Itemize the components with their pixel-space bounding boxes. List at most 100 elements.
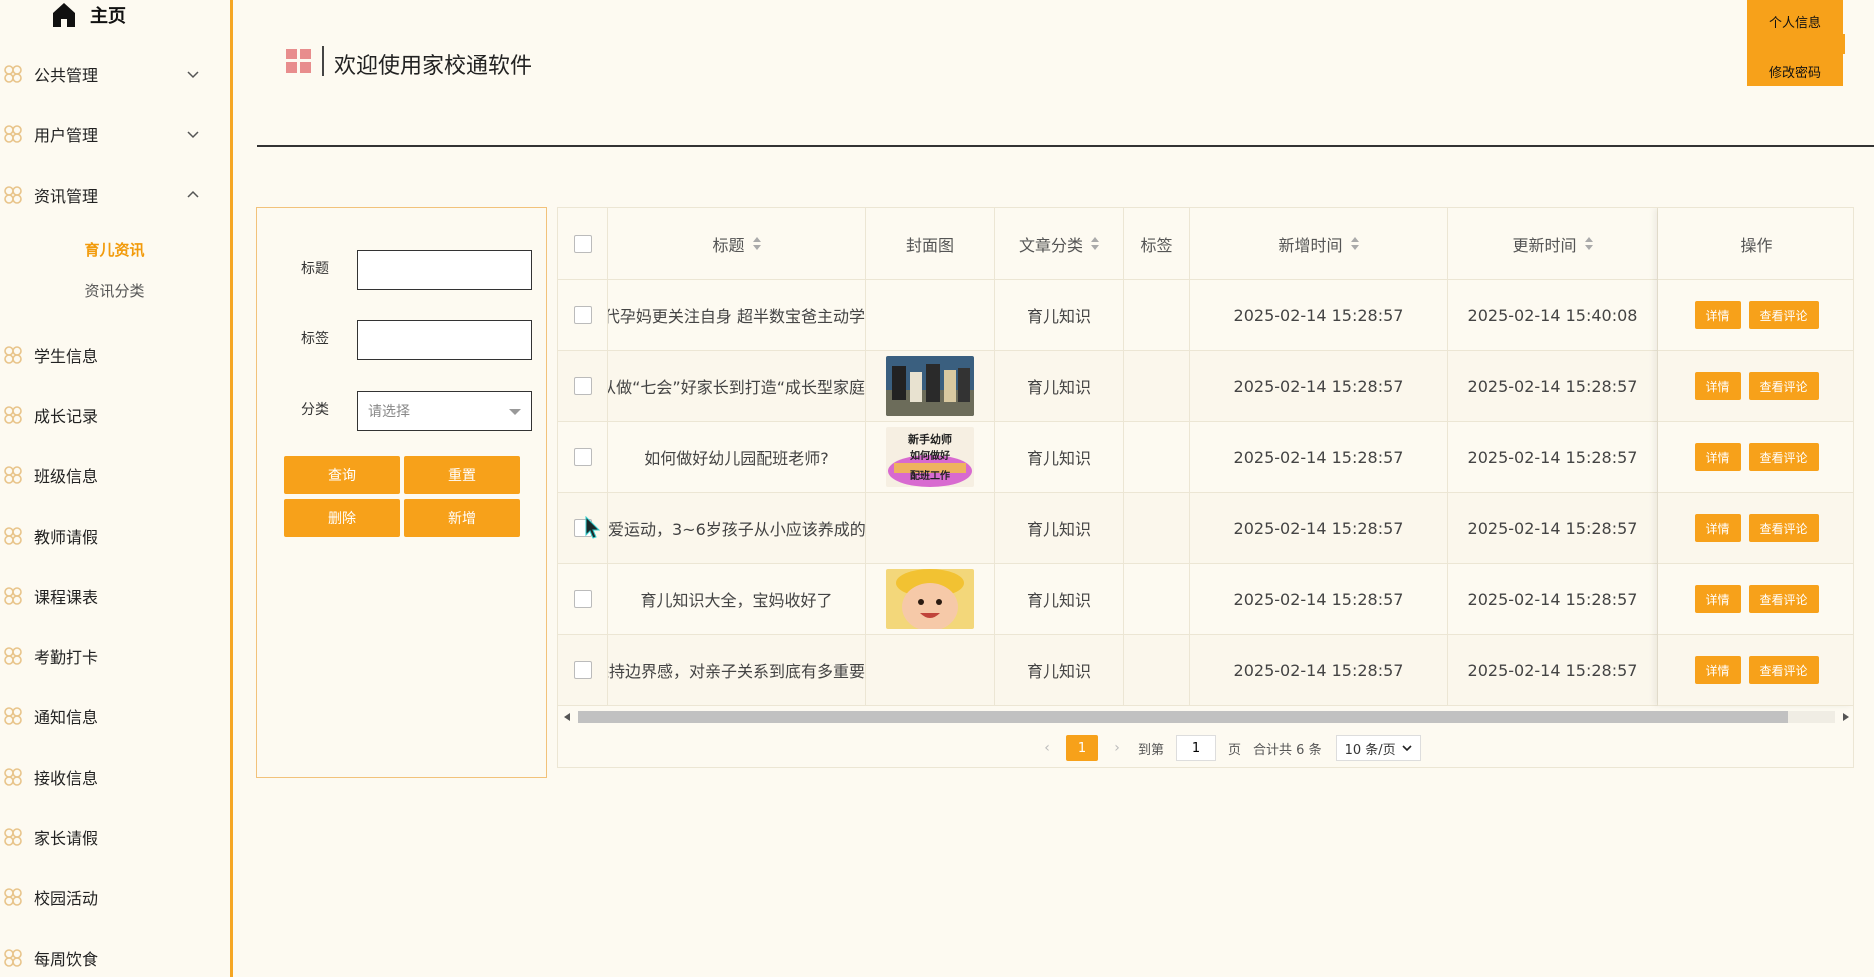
column-header-cover: 封面图 — [866, 208, 995, 279]
sort-icon[interactable] — [752, 236, 761, 251]
sidebar-item-label: 用户管理 — [34, 126, 99, 145]
column-header-updated[interactable]: 更新时间 — [1448, 208, 1658, 279]
sidebar-item[interactable]: 课程课表 — [0, 581, 215, 611]
sidebar-item[interactable]: 通知信息 — [0, 701, 215, 731]
dashboard-icon — [286, 49, 311, 73]
sort-icon[interactable] — [1584, 236, 1593, 251]
created-cell: 2025-02-14 15:28:57 — [1190, 280, 1448, 350]
table-row[interactable]: 爱运动，3~6岁孩子从小应该养成的 育儿知识 2025-02-14 15:28:57… — [558, 493, 1853, 564]
detail-button[interactable]: 详情 — [1694, 585, 1741, 613]
select-all-checkbox[interactable] — [573, 234, 592, 253]
cover-image: 新手幼师如何做好配班工作 — [886, 427, 974, 487]
column-header-title[interactable]: 标题 — [608, 208, 866, 279]
view-comments-button[interactable]: 查看评论 — [1748, 514, 1819, 542]
updated-time: 2025-02-14 15:40:08 — [1467, 305, 1638, 325]
sidebar-item[interactable]: 教师请假 — [0, 521, 215, 551]
tag-cell — [1124, 564, 1190, 634]
query-button[interactable]: 查询 — [284, 456, 400, 494]
sidebar-item-label: 公共管理 — [34, 66, 99, 85]
total-count: 合计共 6 条 — [1253, 742, 1322, 758]
column-header-created-label: 新增时间 — [1278, 235, 1343, 255]
header-checkbox-cell — [558, 208, 608, 279]
article-title: 育儿知识大全，宝妈收好了 — [640, 591, 833, 610]
column-header-created[interactable]: 新增时间 — [1190, 208, 1448, 279]
category-select[interactable]: 请选择 — [357, 391, 532, 431]
sidebar-item[interactable]: 成长记录 — [0, 400, 215, 430]
change-password-menu-item[interactable]: 修改密码 — [1747, 38, 1843, 81]
detail-button[interactable]: 详情 — [1694, 656, 1741, 684]
chevron-down-icon — [187, 131, 199, 139]
page-size-select[interactable]: 10 条/页 — [1335, 735, 1421, 761]
title-cell: 爱运动，3~6岁孩子从小应该养成的 — [608, 493, 866, 563]
cover-image — [886, 356, 974, 416]
detail-button[interactable]: 详情 — [1694, 372, 1741, 400]
sidebar-item[interactable]: 接收信息 — [0, 762, 215, 792]
detail-button[interactable]: 详情 — [1694, 301, 1741, 329]
flower-icon — [4, 125, 22, 143]
scroll-left-icon[interactable] — [564, 713, 570, 721]
flower-icon — [4, 647, 22, 665]
sidebar-item[interactable]: 学生信息 — [0, 340, 215, 370]
profile-menu-item[interactable]: 个人信息 — [1747, 0, 1843, 38]
row-checkbox[interactable] — [573, 377, 592, 395]
column-header-category[interactable]: 文章分类 — [995, 208, 1124, 279]
row-checkbox[interactable] — [573, 661, 592, 679]
checkbox-cell — [558, 351, 608, 421]
data-table: 标题 封面图 文章分类 标签 新增时间 更新时间 操作 代孕妈更关注自身 超半数… — [557, 207, 1854, 768]
detail-button[interactable]: 详情 — [1694, 443, 1741, 471]
scroll-thumb[interactable] — [578, 711, 1788, 723]
view-comments-button[interactable]: 查看评论 — [1748, 656, 1819, 684]
title-input[interactable] — [357, 250, 532, 290]
flower-icon — [4, 65, 22, 83]
sidebar-item[interactable]: 资讯管理 — [0, 180, 215, 210]
table-row[interactable]: 育儿知识大全，宝妈收好了 育儿知识 2025-02-14 15:28:57 2025-… — [558, 564, 1853, 635]
row-checkbox[interactable] — [573, 306, 592, 324]
table-row[interactable]: 从做“七会”好家长到打造“成长型家庭” 育儿知识 2025-02-14 15:28:… — [558, 351, 1853, 422]
table-row[interactable]: 如何做好幼儿园配班老师? 新手幼师 如何做好 配班工作 育儿知识 2025-02-14 1… — [558, 422, 1853, 493]
created-cell: 2025-02-14 15:28:57 — [1190, 351, 1448, 421]
updated-cell: 2025-02-14 15:28:57 — [1448, 635, 1658, 705]
sidebar-item[interactable]: 公共管理 — [0, 59, 215, 89]
detail-button[interactable]: 详情 — [1694, 514, 1741, 542]
updated-time: 2025-02-14 15:28:57 — [1467, 589, 1638, 609]
view-comments-button[interactable]: 查看评论 — [1748, 301, 1819, 329]
flower-icon — [4, 707, 22, 725]
goto-page-input[interactable] — [1176, 735, 1217, 761]
sort-icon[interactable] — [1091, 236, 1099, 251]
horizontal-scrollbar[interactable] — [558, 708, 1853, 724]
article-title: 从做“七会”好家长到打造“成长型家庭” — [608, 378, 865, 397]
sidebar-item[interactable]: 家长请假 — [0, 822, 215, 852]
sidebar-item[interactable]: 每周饮食 — [0, 943, 215, 973]
prev-page-icon[interactable]: ‹ — [1032, 740, 1062, 756]
sidebar-item[interactable]: 考勤打卡 — [0, 641, 215, 671]
delete-button[interactable]: 删除 — [284, 499, 400, 537]
scroll-right-icon[interactable] — [1843, 713, 1849, 721]
tag-field-label: 标签 — [301, 331, 329, 347]
row-checkbox[interactable] — [573, 590, 592, 608]
row-checkbox[interactable] — [573, 448, 592, 466]
next-page-icon[interactable]: › — [1102, 740, 1132, 756]
sidebar-subitem[interactable]: 育儿资讯 — [0, 239, 215, 260]
article-category: 育儿知识 — [1026, 307, 1091, 326]
tag-input[interactable] — [357, 320, 532, 360]
flower-icon — [4, 587, 22, 605]
reset-button[interactable]: 重置 — [404, 456, 520, 494]
page-number-current[interactable]: 1 — [1066, 735, 1098, 761]
view-comments-button[interactable]: 查看评论 — [1748, 443, 1819, 471]
sidebar-item[interactable]: 用户管理 — [0, 119, 215, 149]
table-row[interactable]: 代孕妈更关注自身 超半数宝爸主动学 育儿知识 2025-02-14 15:28:57… — [558, 280, 1853, 351]
sidebar-subitem[interactable]: 资讯分类 — [0, 280, 215, 301]
view-comments-button[interactable]: 查看评论 — [1748, 585, 1819, 613]
page-title: 欢迎使用家校通软件 — [334, 54, 533, 79]
home-link[interactable]: 主页 — [52, 0, 126, 30]
category-field-label: 分类 — [301, 402, 329, 418]
sidebar-item[interactable]: 校园活动 — [0, 882, 215, 912]
sidebar-item-label: 家长请假 — [34, 829, 99, 848]
sort-icon[interactable] — [1350, 236, 1359, 251]
created-time: 2025-02-14 15:28:57 — [1233, 305, 1404, 325]
view-comments-button[interactable]: 查看评论 — [1748, 372, 1819, 400]
table-row[interactable]: 保持边界感，对亲子关系到底有多重要 育儿知识 2025-02-14 15:28:57… — [558, 635, 1853, 706]
add-button[interactable]: 新增 — [404, 499, 520, 537]
sidebar-item[interactable]: 班级信息 — [0, 460, 215, 490]
category-cell: 育儿知识 — [995, 493, 1124, 563]
